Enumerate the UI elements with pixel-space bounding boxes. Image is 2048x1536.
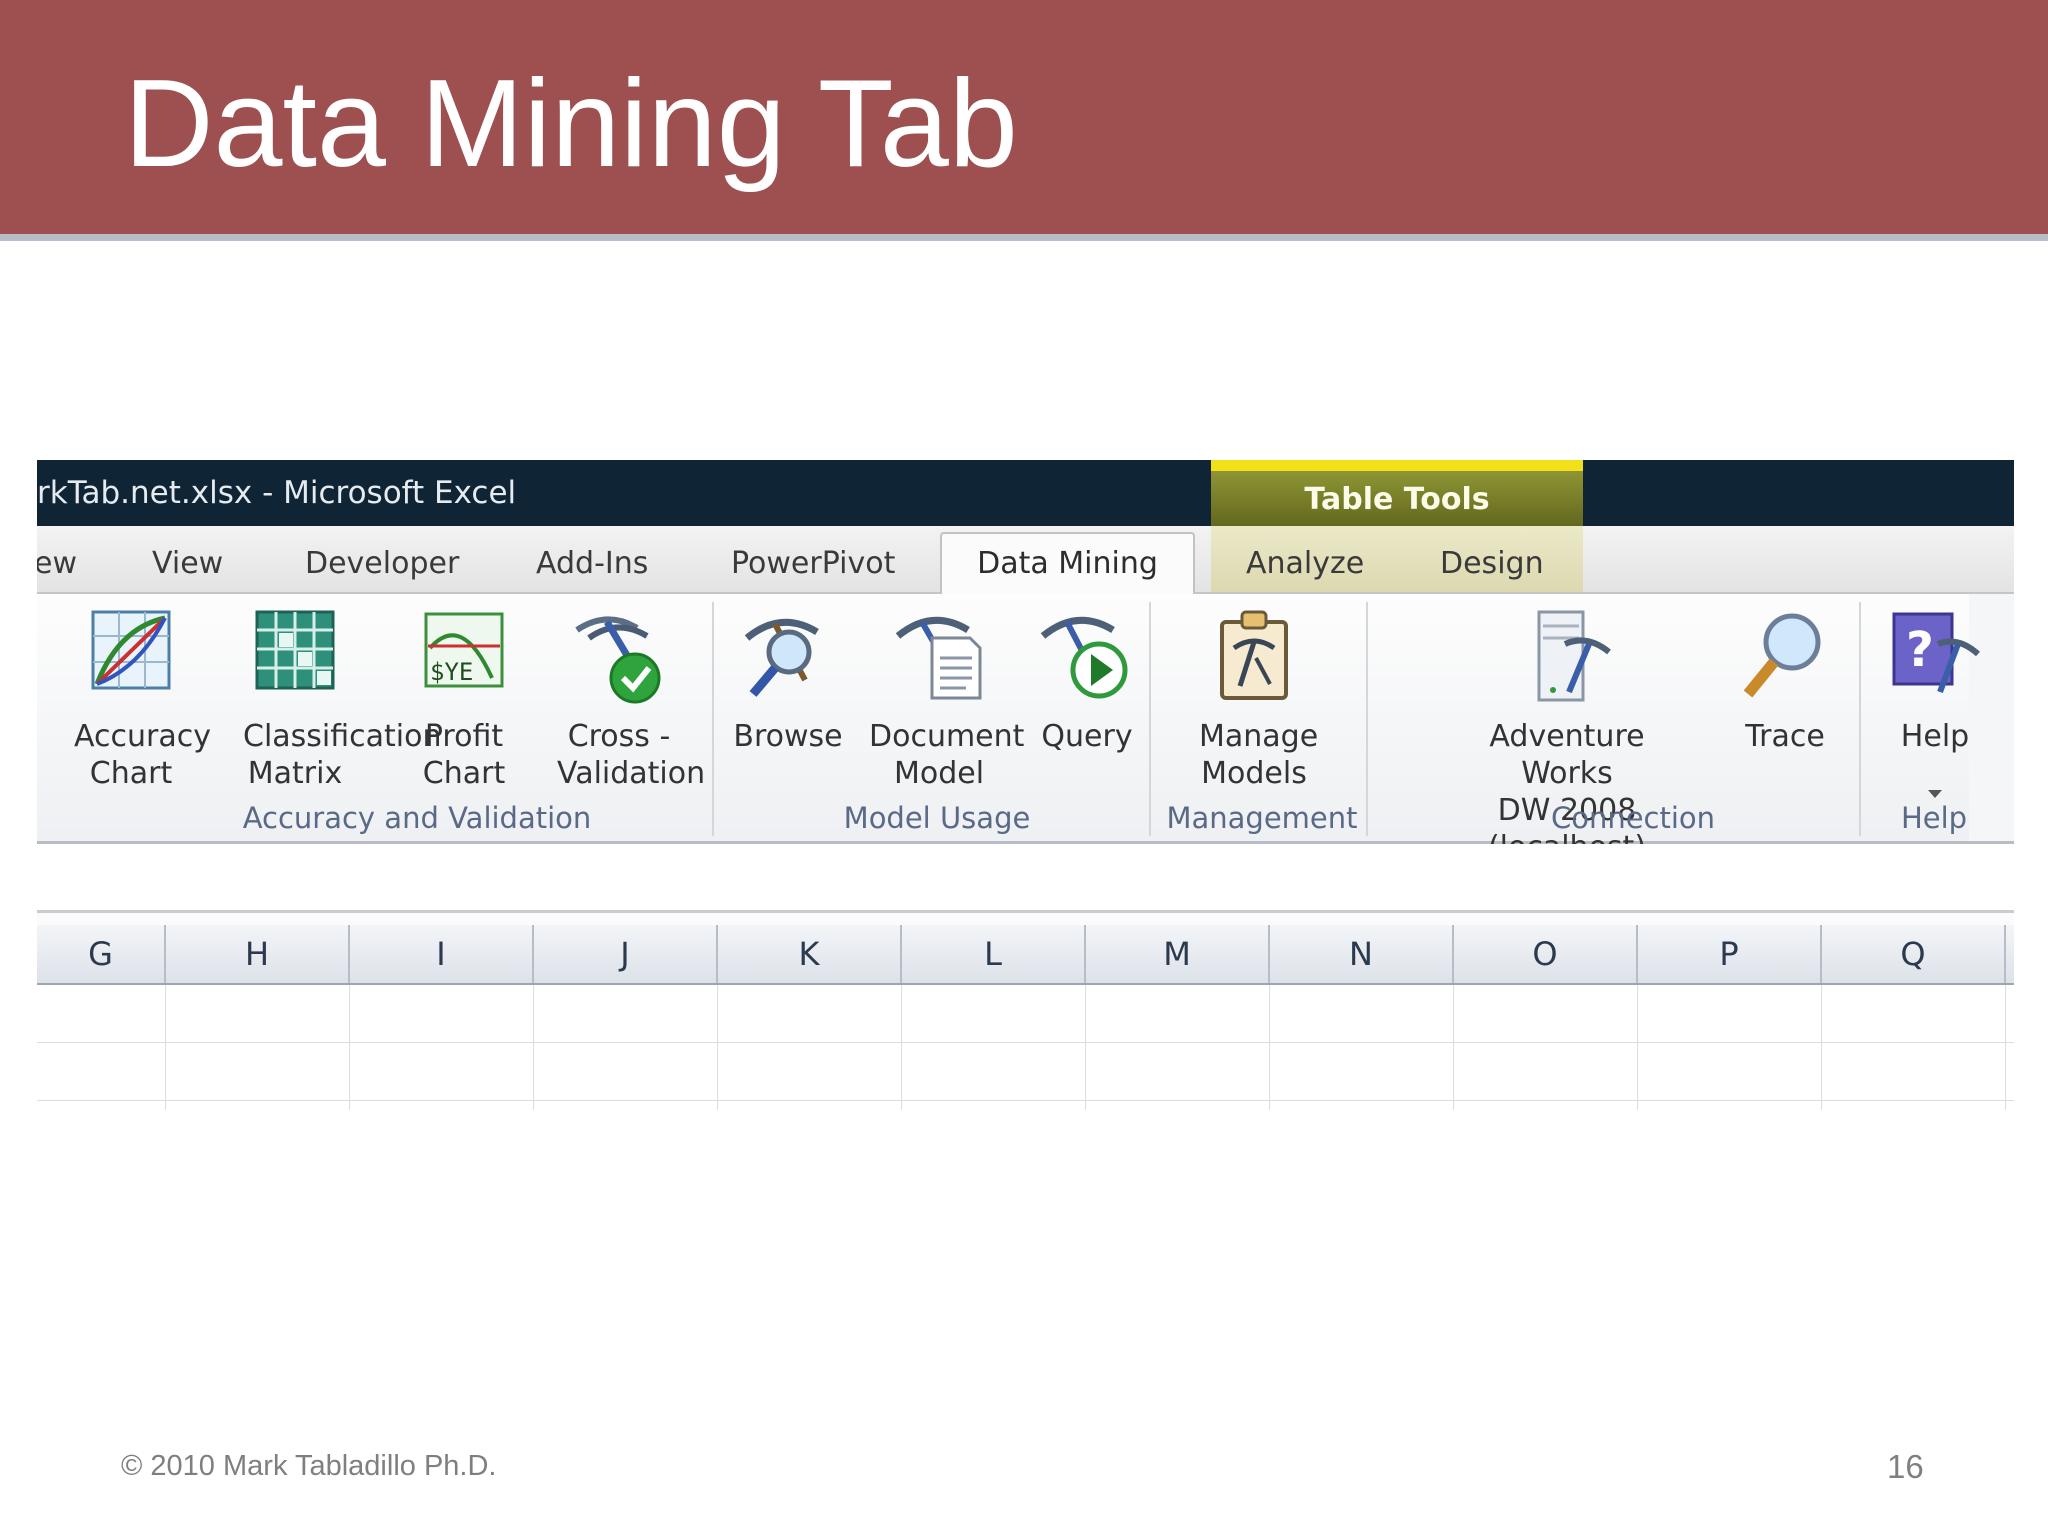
accuracy-chart-label: Accuracy Chart (74, 719, 211, 791)
trace-button[interactable]: Trace (1740, 608, 1830, 754)
manage-models-button[interactable]: Manage Models (1199, 608, 1318, 791)
manage-models-icon (1220, 610, 1288, 700)
column-header-h[interactable]: H (166, 925, 350, 983)
grid-line (717, 985, 718, 1110)
column-header-j[interactable]: J (534, 925, 718, 983)
query-icon (1040, 616, 1128, 699)
group-separator (1366, 602, 1368, 836)
profit-icon-text: $YE (430, 658, 473, 686)
browse-icon (744, 618, 819, 697)
grid-line (1269, 985, 1270, 1110)
column-header-p[interactable]: P (1638, 925, 1822, 983)
excel-screenshot: rkTab.net.xlsx - Microsoft Excel Table T… (37, 460, 2014, 1110)
slide-footer: © 2010 Mark Tabladillo Ph.D. (121, 1450, 497, 1482)
ribbon-panel: Accuracy Chart Classification Matrix $YE… (37, 594, 2014, 865)
column-header-q[interactable]: Q (1822, 925, 2006, 983)
document-model-icon (895, 616, 982, 700)
classification-matrix-icon (255, 610, 335, 690)
column-header-k[interactable]: K (718, 925, 902, 983)
slide-page-number: 16 (1887, 1448, 1924, 1485)
grid-line (1453, 985, 1454, 1110)
server-connection-icon (1537, 610, 1611, 702)
grid-line (1085, 985, 1086, 1110)
grid-line (165, 985, 166, 1110)
query-label: Query (1041, 719, 1133, 754)
slide-title: Data Mining Tab (124, 55, 1018, 193)
tab-data-mining[interactable]: Data Mining (940, 532, 1195, 596)
formula-bar-area (37, 844, 2014, 913)
classification-matrix-button[interactable]: Classification Matrix (243, 608, 442, 791)
cross-validation-icon (575, 616, 661, 704)
column-header-o[interactable]: O (1454, 925, 1638, 983)
help-button[interactable]: ? Help (1888, 608, 1982, 798)
contextual-tab-group: Table Tools (1211, 460, 1583, 526)
column-header-g[interactable]: G (37, 925, 166, 983)
tab-analyze[interactable]: Analyze (1246, 546, 1364, 581)
profit-chart-icon: $YE (424, 612, 504, 688)
profit-chart-button[interactable]: $YE Profit Chart (422, 608, 506, 791)
tab-design[interactable]: Design (1440, 546, 1544, 581)
tab-view[interactable]: View (152, 546, 223, 581)
accuracy-chart-button[interactable]: Accuracy Chart (74, 608, 211, 791)
group-label-management: Management (1166, 801, 1358, 835)
tab-add-ins[interactable]: Add-Ins (536, 546, 648, 581)
tab-developer[interactable]: Developer (305, 546, 459, 581)
trace-label: Trace (1745, 719, 1825, 754)
tab-powerpivot[interactable]: PowerPivot (731, 546, 895, 581)
grid-line (533, 985, 534, 1110)
window-title: rkTab.net.xlsx - Microsoft Excel (37, 475, 517, 511)
column-header-l[interactable]: L (902, 925, 1086, 983)
worksheet-grid: G H I J K L M N O P Q (37, 925, 2014, 1110)
worksheet-row[interactable] (37, 1043, 2014, 1101)
group-label-help: Help (1900, 801, 1968, 835)
column-header-n[interactable]: N (1270, 925, 1454, 983)
column-header-row: G H I J K L M N O P Q (37, 925, 2014, 985)
connection-button[interactable]: Adventure Works DW 2008 (localhost) (1457, 608, 1677, 865)
tab-review[interactable]: ew (37, 546, 77, 581)
worksheet-row[interactable] (37, 985, 2014, 1043)
classification-matrix-label: Classification Matrix (243, 719, 442, 791)
grid-line (349, 985, 350, 1110)
group-label-accuracy-validation: Accuracy and Validation (242, 801, 592, 835)
browse-label: Browse (733, 719, 843, 754)
grid-line (1821, 985, 1822, 1110)
ribbon-tab-row: ew View Developer Add-Ins PowerPivot Dat… (37, 526, 2014, 596)
slide-title-bar: Data Mining Tab (0, 0, 2048, 241)
grid-line (901, 985, 902, 1110)
help-icon: ? (1892, 612, 1981, 694)
group-label-model-usage: Model Usage (843, 801, 1031, 835)
query-button[interactable]: Query (1037, 608, 1137, 754)
dropdown-arrow-icon (1928, 790, 1942, 798)
cross-validation-label: Cross - Validation (557, 719, 706, 791)
tab-data-mining-label: Data Mining (977, 546, 1158, 581)
group-separator (712, 602, 714, 836)
window-title-bar: rkTab.net.xlsx - Microsoft Excel Table T… (37, 460, 2014, 526)
manage-models-label: Manage Models (1199, 719, 1319, 791)
grid-line (1637, 985, 1638, 1110)
column-header-m[interactable]: M (1086, 925, 1270, 983)
help-label: Help (1900, 719, 1970, 754)
document-model-label: Document Model (869, 719, 1025, 791)
group-label-connection: Connection (1550, 801, 1716, 835)
group-separator (1149, 602, 1151, 836)
accuracy-chart-icon (91, 610, 171, 690)
column-header-i[interactable]: I (350, 925, 534, 983)
magnifier-icon (1743, 613, 1821, 698)
contextual-group-label: Table Tools (1304, 482, 1490, 517)
browse-button[interactable]: Browse (733, 608, 843, 754)
grid-line (2005, 985, 2006, 1110)
cross-validation-button[interactable]: Cross - Validation (557, 608, 705, 791)
document-model-button[interactable]: Document Model (869, 608, 1024, 791)
svg-text:?: ? (1906, 622, 1934, 678)
profit-chart-label: Profit Chart (422, 719, 506, 791)
